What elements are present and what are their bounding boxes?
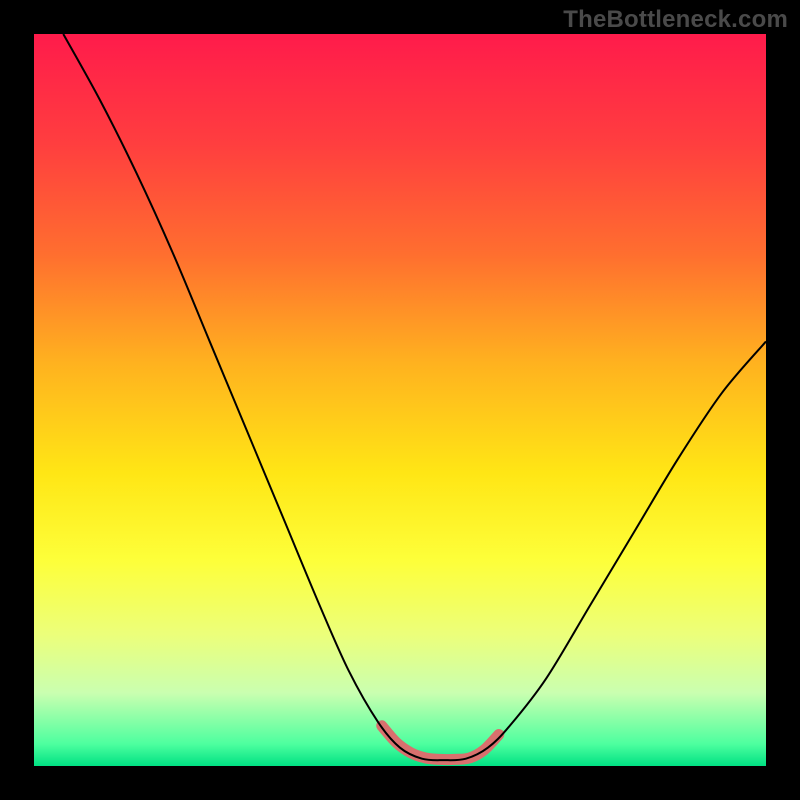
chart-frame: TheBottleneck.com [0,0,800,800]
watermark-text: TheBottleneck.com [563,6,788,34]
bottleneck-chart [0,0,800,800]
plot-background [34,34,766,766]
